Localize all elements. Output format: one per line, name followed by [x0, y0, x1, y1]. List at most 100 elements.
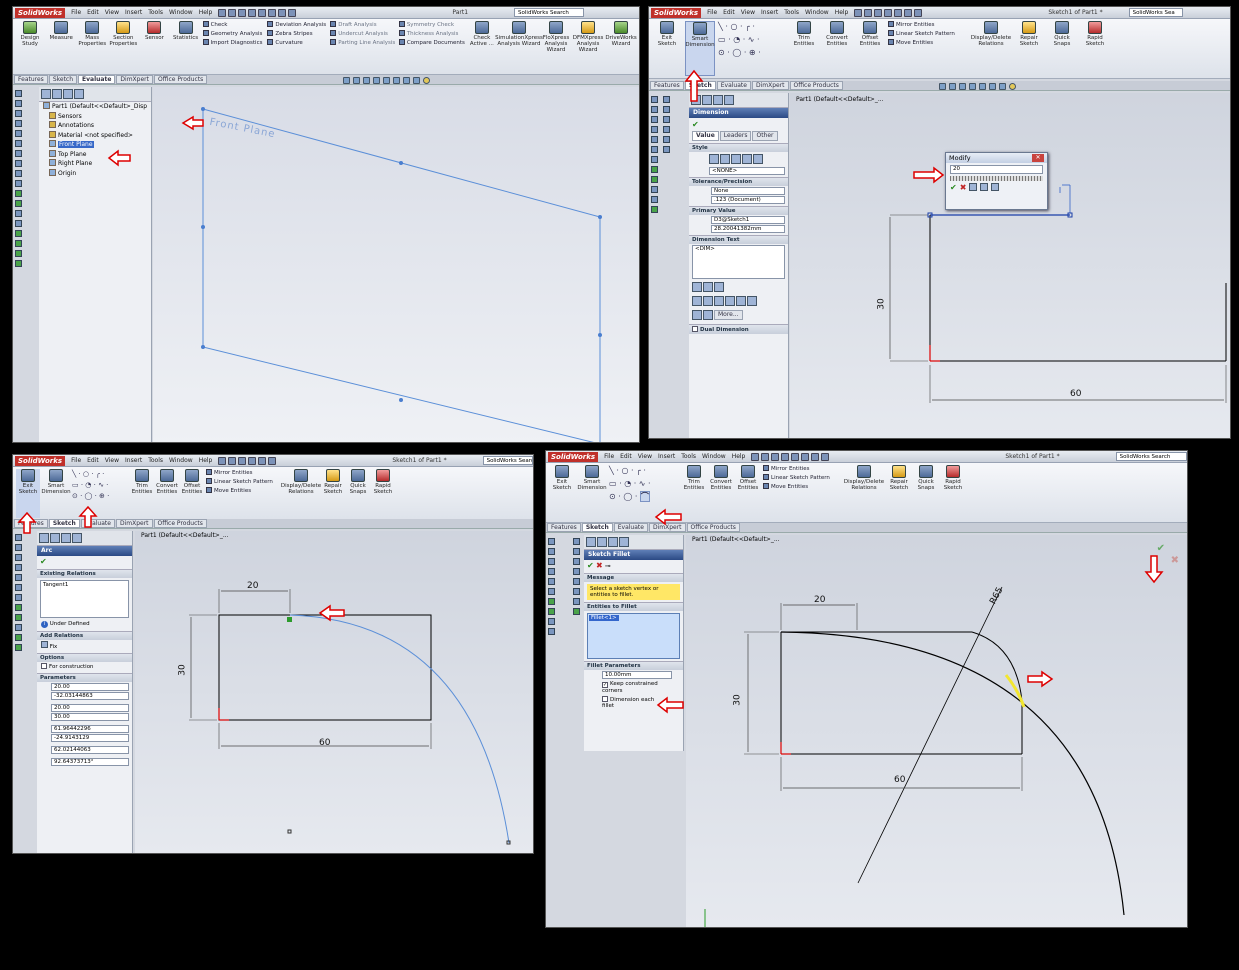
align-left-icon[interactable] — [692, 282, 702, 292]
undo-icon[interactable] — [894, 8, 903, 17]
print-icon[interactable] — [884, 8, 893, 17]
tool-icon-12[interactable] — [650, 206, 658, 213]
dimension-top-label[interactable]: 20 — [247, 581, 258, 591]
smart-dimension-button[interactable]: Smart Dimension — [685, 21, 715, 76]
tool-icon-5[interactable] — [14, 574, 22, 581]
view-orientation-icon[interactable] — [979, 82, 986, 90]
sensor-button[interactable]: Sensor — [140, 21, 168, 72]
tool-icon-4[interactable] — [14, 564, 22, 571]
menu-view[interactable]: View — [105, 457, 119, 464]
tool-icon-13[interactable] — [572, 558, 580, 565]
tab-features[interactable]: Features — [14, 75, 48, 84]
options-icon[interactable] — [288, 8, 297, 17]
menu-help[interactable]: Help — [199, 9, 213, 16]
deviation-analysis-button[interactable]: Deviation Analysis — [267, 21, 327, 29]
zoom-fit-icon[interactable] — [343, 76, 350, 84]
tab-leaders[interactable]: Leaders — [719, 131, 752, 141]
edit-appearance-icon[interactable] — [413, 76, 420, 84]
display-style-icon[interactable] — [393, 76, 400, 84]
tool-icon-15[interactable] — [662, 116, 670, 123]
previous-view-icon[interactable] — [959, 82, 966, 90]
fillet-radius-input[interactable]: 10.00mm — [602, 671, 672, 679]
fix-relation-button[interactable]: Fix — [37, 640, 132, 651]
tool-icon-16[interactable] — [14, 240, 22, 247]
param-field-1[interactable]: 20.00 — [51, 683, 129, 691]
symmetry-check-button[interactable]: Symmetry Check — [398, 21, 465, 29]
select-icon[interactable] — [268, 8, 277, 17]
exit-sketch-button[interactable]: Exit Sketch — [652, 21, 682, 76]
quick-snaps-button[interactable]: Quick Snaps — [914, 465, 938, 520]
relation-tangent[interactable]: Tangent1 — [43, 582, 68, 588]
menu-insert[interactable]: Insert — [125, 457, 142, 464]
search-input[interactable]: SolidWorks Sea — [1128, 8, 1183, 17]
style-icon-5[interactable] — [753, 154, 763, 164]
tab-sketch[interactable]: Sketch — [48, 519, 80, 528]
tool-icon-11[interactable] — [14, 190, 22, 197]
dimension-top-label[interactable]: 20 — [814, 595, 825, 605]
feature-tree-tab[interactable] — [39, 533, 49, 543]
tool-icon-11[interactable] — [14, 634, 22, 641]
property-manager-tab[interactable] — [597, 537, 607, 547]
undercut-analysis-button[interactable]: Undercut Analysis — [330, 30, 396, 38]
menu-file[interactable]: File — [707, 9, 717, 16]
tab-sketch[interactable]: Sketch — [581, 523, 613, 532]
tool-icon-16[interactable] — [572, 588, 580, 595]
tab-features[interactable]: Features — [650, 81, 684, 90]
tool-icon-8[interactable] — [14, 160, 22, 167]
repair-sketch-button[interactable]: Repair Sketch — [322, 469, 344, 518]
thickness-analysis-button[interactable]: Thickness Analysis — [398, 30, 465, 38]
tool-icon-11[interactable] — [650, 196, 658, 203]
apply-scene-icon[interactable] — [423, 76, 430, 84]
dimension-height-label[interactable]: 30 — [178, 664, 188, 675]
tool-icon-9[interactable] — [650, 176, 658, 183]
compare-documents-button[interactable]: Compare Documents — [398, 39, 465, 47]
mark-dimension-icon[interactable] — [991, 183, 1000, 191]
select-icon[interactable] — [268, 456, 277, 465]
offset-entities-button[interactable]: Offset Entities — [736, 465, 760, 520]
parameters-section[interactable]: Parameters — [37, 673, 132, 682]
print-icon[interactable] — [781, 452, 790, 461]
rapid-sketch-button[interactable]: Rapid Sketch — [1080, 21, 1110, 76]
tool-icon-11[interactable] — [572, 538, 580, 545]
tool-icon-14[interactable] — [572, 568, 580, 575]
repair-sketch-button[interactable]: Repair Sketch — [1014, 21, 1044, 76]
tool-icon-1[interactable] — [650, 96, 658, 103]
degree-icon[interactable] — [703, 296, 713, 306]
tab-sketch[interactable]: Sketch — [48, 75, 78, 84]
centerline-icon[interactable] — [725, 296, 735, 306]
primary-value-field[interactable]: 28.20041382mm — [711, 225, 785, 233]
search-input[interactable]: SolidWorks Search — [514, 8, 585, 17]
dimension-width-label[interactable]: 60 — [319, 738, 330, 748]
dimension-name-field[interactable]: D3@Sketch1 — [711, 216, 785, 224]
save-icon[interactable] — [771, 452, 780, 461]
tool-icon-2[interactable] — [14, 544, 22, 551]
entities-list[interactable]: Fillet<1> — [587, 613, 680, 659]
tab-features[interactable]: Features — [547, 523, 581, 532]
rebuild-icon[interactable] — [278, 8, 287, 17]
open-icon[interactable] — [228, 456, 237, 465]
cancel-x-icon[interactable]: ✖ — [960, 183, 967, 192]
convert-entities-button[interactable]: Convert Entities — [709, 465, 733, 520]
param-field-6[interactable]: -24.9143129 — [51, 734, 129, 742]
menu-view[interactable]: View — [638, 453, 652, 460]
geometry-analysis-button[interactable]: Geometry Analysis — [202, 30, 265, 38]
menu-edit[interactable]: Edit — [723, 9, 735, 16]
mirror-entities-button[interactable]: Mirror Entities — [763, 465, 841, 473]
tool-icon-1[interactable] — [547, 538, 555, 545]
section-view-icon[interactable] — [373, 76, 380, 84]
linear-pattern-button[interactable]: Linear Sketch Pattern — [763, 474, 841, 482]
tool-icon-10[interactable] — [547, 628, 555, 635]
display-style-icon[interactable] — [989, 82, 996, 90]
tool-icon-10[interactable] — [14, 624, 22, 631]
param-field-7[interactable]: 62.02144063 — [51, 746, 129, 754]
tool-icon-18[interactable] — [572, 608, 580, 615]
move-entities-button[interactable]: Move Entities — [763, 483, 841, 491]
check-button[interactable]: Check — [202, 21, 265, 29]
tool-icon-18[interactable] — [14, 260, 22, 267]
select-icon[interactable] — [904, 8, 913, 17]
view-orientation-icon[interactable] — [383, 76, 390, 84]
tool-icon-17[interactable] — [662, 136, 670, 143]
print-icon[interactable] — [248, 456, 257, 465]
search-input[interactable]: SolidWorks Search — [482, 456, 533, 465]
convert-entities-button[interactable]: Convert Entities — [156, 469, 178, 518]
